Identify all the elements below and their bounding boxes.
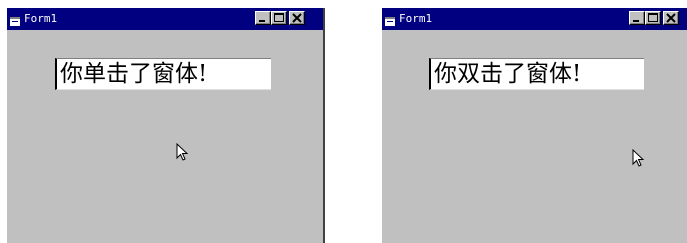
maximize-button[interactable]: [645, 11, 661, 25]
title-bar[interactable]: Form1: [7, 8, 323, 30]
form-window-single-click[interactable]: Form1 你单击了窗体!: [7, 8, 325, 243]
window-title: Form1: [24, 12, 58, 25]
close-icon: [292, 13, 302, 23]
maximize-button[interactable]: [271, 11, 287, 25]
close-button[interactable]: [663, 11, 679, 25]
arrow-cursor-icon: [632, 148, 646, 169]
minimize-button[interactable]: [255, 11, 271, 25]
form-icon[interactable]: [10, 12, 21, 26]
window-title: Form1: [399, 12, 433, 25]
message-label: 你双击了窗体!: [429, 58, 644, 90]
maximize-icon: [648, 13, 658, 22]
maximize-icon: [274, 13, 284, 22]
minimize-button[interactable]: [629, 11, 645, 25]
form-window-double-click[interactable]: Form1 你双击了窗体!: [382, 8, 687, 243]
close-icon: [666, 13, 676, 23]
message-label: 你单击了窗体!: [55, 58, 271, 90]
form-icon[interactable]: [385, 12, 396, 26]
minimize-icon: [259, 20, 265, 22]
title-bar[interactable]: Form1: [382, 8, 687, 30]
minimize-icon: [633, 20, 639, 22]
arrow-cursor-icon: [176, 142, 190, 163]
close-button[interactable]: [289, 11, 305, 25]
